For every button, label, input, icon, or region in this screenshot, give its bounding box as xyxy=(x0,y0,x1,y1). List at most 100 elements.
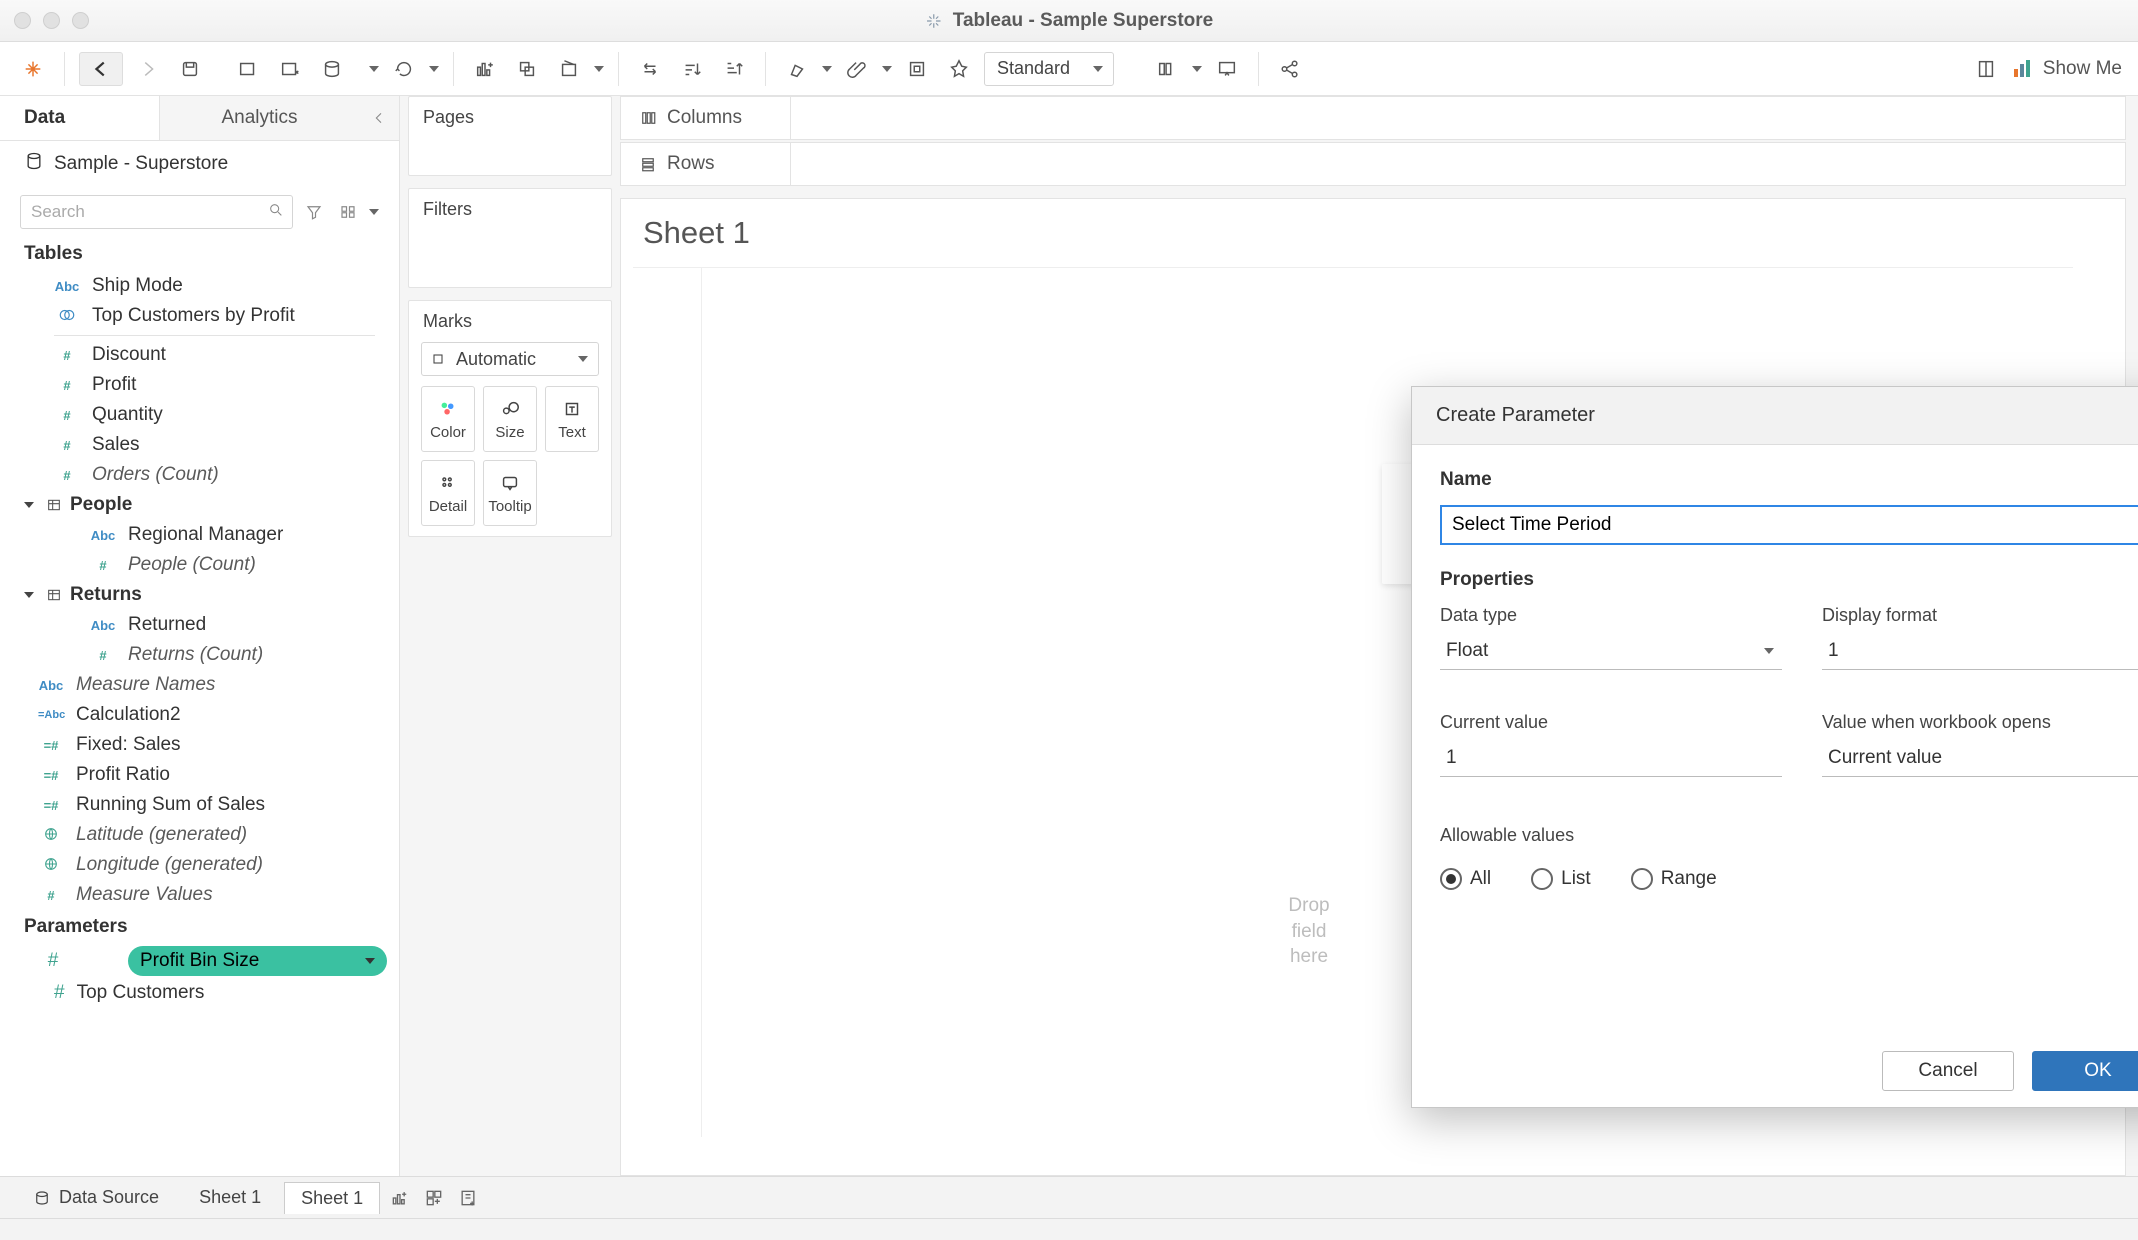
mark-detail-button[interactable]: Detail xyxy=(421,460,475,526)
field-returns-count[interactable]: Returns (Count) xyxy=(128,644,263,666)
save-button[interactable] xyxy=(173,52,207,86)
field-sales[interactable]: Sales xyxy=(92,434,140,456)
number-type-icon: # xyxy=(54,348,80,363)
back-button[interactable] xyxy=(79,52,123,86)
tableau-logo-icon[interactable] xyxy=(16,52,50,86)
clear-sheet-button[interactable] xyxy=(552,52,586,86)
columns-shelf-body[interactable] xyxy=(791,97,2125,139)
current-value-label: Current value xyxy=(1440,712,1782,733)
field-latitude[interactable]: Latitude (generated) xyxy=(76,824,247,846)
highlight-button[interactable] xyxy=(780,52,814,86)
close-window-dot[interactable] xyxy=(14,12,31,29)
refresh-dropdown-icon[interactable] xyxy=(429,66,439,72)
show-me-button[interactable]: Show Me xyxy=(2011,57,2122,81)
fit-select[interactable]: Standard xyxy=(984,52,1114,86)
field-calculation2[interactable]: Calculation2 xyxy=(76,704,181,726)
guide-button[interactable] xyxy=(1969,52,2003,86)
new-story-tab-button[interactable] xyxy=(454,1184,482,1212)
min-window-dot[interactable] xyxy=(43,12,60,29)
datasource-name[interactable]: Sample - Superstore xyxy=(54,153,228,175)
save-as-button[interactable] xyxy=(273,52,307,86)
collapse-sidebar-button[interactable] xyxy=(359,96,399,140)
display-format-select[interactable]: 1 xyxy=(1822,632,2138,670)
field-measure-values[interactable]: Measure Values xyxy=(76,884,213,906)
tab-analytics[interactable]: Analytics xyxy=(160,96,359,140)
label-button[interactable] xyxy=(900,52,934,86)
radio-list[interactable]: List xyxy=(1531,868,1591,890)
attach-button[interactable] xyxy=(840,52,874,86)
calc-number-type-icon: =# xyxy=(38,768,64,783)
group-returns[interactable]: Returns xyxy=(0,580,399,610)
field-regional-manager[interactable]: Regional Manager xyxy=(128,524,283,546)
sort-desc-button[interactable] xyxy=(717,52,751,86)
field-top-customers-profit[interactable]: Top Customers by Profit xyxy=(92,305,295,327)
swap-button[interactable] xyxy=(633,52,667,86)
mark-size-button[interactable]: Size xyxy=(483,386,537,452)
fit-select-value: Standard xyxy=(997,58,1070,79)
mark-text-button[interactable]: Text xyxy=(545,386,599,452)
field-longitude[interactable]: Longitude (generated) xyxy=(76,854,263,876)
presentation-button[interactable] xyxy=(1210,52,1244,86)
share-button[interactable] xyxy=(1273,52,1307,86)
new-dashboard-tab-button[interactable] xyxy=(420,1184,448,1212)
field-profit-ratio[interactable]: Profit Ratio xyxy=(76,764,170,786)
new-data-source-button[interactable] xyxy=(231,52,265,86)
text-type-icon: Abc xyxy=(90,528,116,543)
columns-shelf[interactable]: Columns xyxy=(621,97,791,139)
field-quantity[interactable]: Quantity xyxy=(92,404,163,426)
parameter-name-input[interactable] xyxy=(1440,505,2138,545)
number-type-icon: # xyxy=(90,648,116,663)
view-fields-icon[interactable] xyxy=(335,199,361,225)
sheet-title[interactable]: Sheet 1 xyxy=(621,199,2125,267)
filter-fields-icon[interactable] xyxy=(301,199,327,225)
cards-dropdown-icon[interactable] xyxy=(1192,66,1202,72)
param-top-customers[interactable]: Top Customers xyxy=(77,982,205,1004)
sheet-tab-1-active[interactable]: Sheet 1 xyxy=(284,1182,380,1214)
mark-tooltip-button[interactable]: Tooltip xyxy=(483,460,537,526)
radio-all[interactable]: All xyxy=(1440,868,1491,890)
search-input[interactable]: Search xyxy=(20,195,293,229)
field-fixed-sales[interactable]: Fixed: Sales xyxy=(76,734,181,756)
rows-shelf[interactable]: Rows xyxy=(621,143,791,185)
ok-button[interactable]: OK xyxy=(2032,1051,2138,1091)
clear-dropdown-icon[interactable] xyxy=(594,66,604,72)
pin-button[interactable] xyxy=(942,52,976,86)
field-people-count[interactable]: People (Count) xyxy=(128,554,256,576)
field-discount[interactable]: Discount xyxy=(92,344,166,366)
field-running-sum-sales[interactable]: Running Sum of Sales xyxy=(76,794,265,816)
data-dropdown-icon[interactable] xyxy=(369,66,379,72)
highlight-dropdown-icon[interactable] xyxy=(822,66,832,72)
refresh-button[interactable] xyxy=(387,52,421,86)
field-orders-count[interactable]: Orders (Count) xyxy=(92,464,219,486)
mark-type-select[interactable]: Automatic xyxy=(421,342,599,376)
duplicate-sheet-button[interactable] xyxy=(510,52,544,86)
cancel-button[interactable]: Cancel xyxy=(1882,1051,2014,1091)
radio-range[interactable]: Range xyxy=(1631,868,1717,890)
data-type-select[interactable]: Float xyxy=(1440,632,1782,670)
new-worksheet-button[interactable] xyxy=(468,52,502,86)
fields-menu-icon[interactable] xyxy=(369,209,379,215)
attach-dropdown-icon[interactable] xyxy=(882,66,892,72)
value-when-select[interactable]: Current value xyxy=(1822,739,2138,777)
field-profit[interactable]: Profit xyxy=(92,374,136,396)
sheet-tab-1[interactable]: Sheet 1 xyxy=(182,1182,278,1214)
param-profit-bin-size[interactable]: Profit Bin Size xyxy=(128,946,387,976)
tab-data[interactable]: Data xyxy=(0,96,160,140)
sort-asc-button[interactable] xyxy=(675,52,709,86)
number-type-icon: # xyxy=(54,468,80,483)
field-returned[interactable]: Returned xyxy=(128,614,206,636)
max-window-dot[interactable] xyxy=(72,12,89,29)
mark-color-button[interactable]: Color xyxy=(421,386,475,452)
new-worksheet-tab-button[interactable] xyxy=(386,1184,414,1212)
data-source-tab[interactable]: Data Source xyxy=(16,1182,176,1214)
pages-shelf[interactable]: Pages xyxy=(409,97,611,138)
field-ship-mode[interactable]: Ship Mode xyxy=(92,275,183,297)
current-value-input[interactable]: 1 xyxy=(1440,739,1782,777)
connect-button[interactable] xyxy=(315,52,349,86)
group-people[interactable]: People xyxy=(0,490,399,520)
filters-shelf[interactable]: Filters xyxy=(409,189,611,230)
show-cards-button[interactable] xyxy=(1150,52,1184,86)
rows-shelf-body[interactable] xyxy=(791,143,2125,185)
field-measure-names[interactable]: Measure Names xyxy=(76,674,215,696)
forward-button[interactable] xyxy=(131,52,165,86)
